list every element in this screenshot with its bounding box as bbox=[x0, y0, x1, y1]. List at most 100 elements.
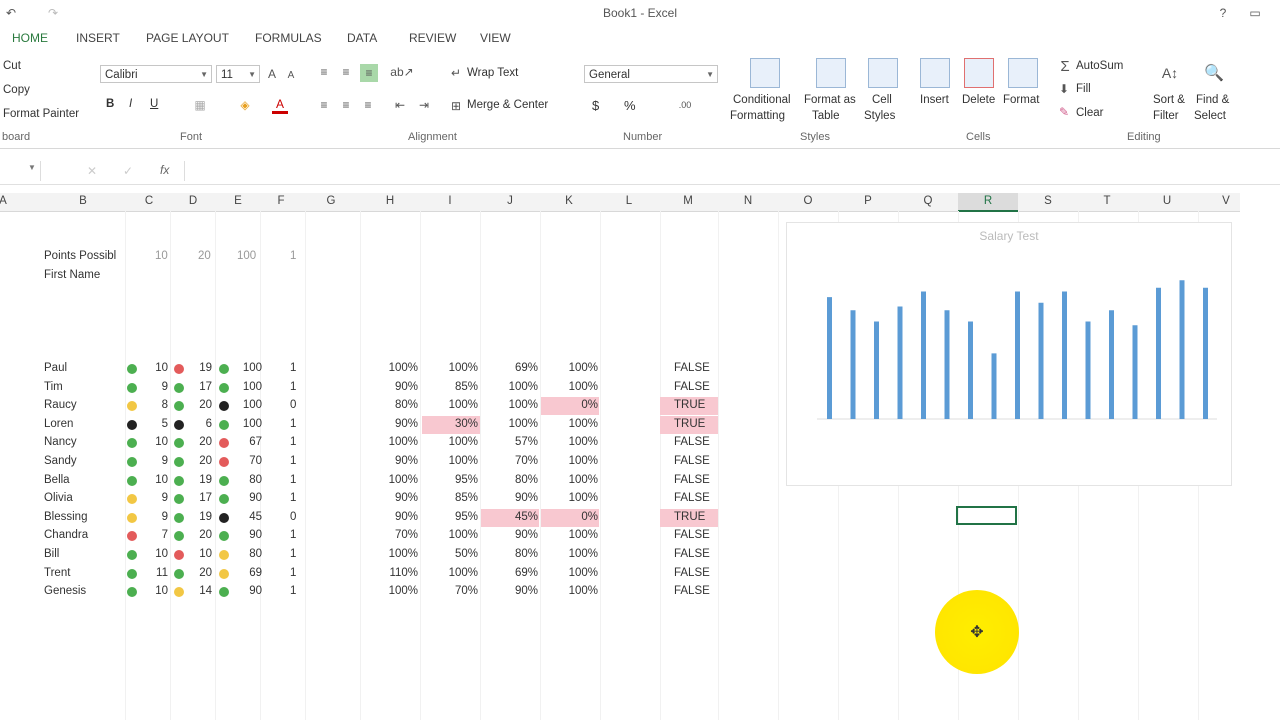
score-f: 1 bbox=[290, 436, 297, 448]
score-e: 90 bbox=[249, 529, 262, 541]
pct-j: 90% bbox=[514, 529, 538, 541]
score-e: 67 bbox=[249, 436, 262, 448]
status-dot-icon bbox=[127, 401, 137, 411]
status-dot-icon bbox=[174, 587, 184, 597]
score-e: 80 bbox=[249, 548, 262, 560]
flag-m: FALSE bbox=[674, 492, 710, 504]
score-d: 19 bbox=[199, 511, 212, 523]
pct-k: 100% bbox=[568, 418, 598, 430]
score-e: 100 bbox=[242, 418, 262, 430]
pct-h: 90% bbox=[394, 455, 418, 467]
pct-j: 80% bbox=[514, 474, 538, 486]
chart-bar bbox=[1038, 302, 1044, 419]
pct-j: 90% bbox=[514, 585, 538, 597]
status-dot-icon bbox=[174, 494, 184, 504]
pct-i: 85% bbox=[454, 492, 478, 504]
pct-j: 57% bbox=[514, 436, 538, 448]
pct-h: 100% bbox=[388, 548, 418, 560]
score-e: 100 bbox=[242, 399, 262, 411]
gridline bbox=[125, 211, 126, 720]
pct-i: 100% bbox=[448, 362, 478, 374]
score-d: 19 bbox=[199, 474, 212, 486]
pct-k: 100% bbox=[568, 548, 598, 560]
score-e: 90 bbox=[249, 585, 262, 597]
pct-j: 45% bbox=[514, 511, 538, 523]
pct-j: 80% bbox=[514, 548, 538, 560]
score-c: 9 bbox=[161, 455, 168, 467]
flag-m: FALSE bbox=[674, 548, 710, 560]
pct-i: 85% bbox=[454, 381, 478, 393]
points-value: 100 bbox=[237, 250, 257, 262]
gridline bbox=[170, 211, 171, 720]
student-name: Genesis bbox=[44, 585, 87, 597]
flag-m: FALSE bbox=[674, 436, 710, 448]
pct-k: 100% bbox=[568, 529, 598, 541]
status-dot-icon bbox=[174, 513, 184, 523]
score-e: 100 bbox=[242, 381, 262, 393]
score-c: 9 bbox=[161, 381, 168, 393]
pct-j: 100% bbox=[508, 381, 538, 393]
score-d: 19 bbox=[199, 362, 212, 374]
status-dot-icon bbox=[219, 383, 229, 393]
score-d: 20 bbox=[199, 399, 212, 411]
score-f: 1 bbox=[290, 548, 297, 560]
salary-chart[interactable]: Salary Test bbox=[786, 222, 1232, 486]
status-dot-icon bbox=[219, 476, 229, 486]
status-dot-icon bbox=[219, 438, 229, 448]
pct-j: 69% bbox=[514, 567, 538, 579]
first-name-label: First Name bbox=[44, 269, 101, 281]
gridline bbox=[778, 211, 779, 720]
pct-i: 50% bbox=[454, 548, 478, 560]
flag-m: FALSE bbox=[674, 585, 710, 597]
student-name: Trent bbox=[44, 567, 71, 579]
chart-bar bbox=[968, 321, 973, 419]
student-name: Bill bbox=[44, 548, 60, 560]
points-possible-label: Points Possibl bbox=[44, 250, 117, 262]
student-name: Nancy bbox=[44, 436, 77, 448]
chart-bar bbox=[1179, 280, 1185, 419]
score-e: 80 bbox=[249, 474, 262, 486]
score-d: 6 bbox=[205, 418, 212, 430]
student-name: Bella bbox=[44, 474, 70, 486]
chart-bar bbox=[1085, 321, 1091, 419]
pct-i: 100% bbox=[448, 567, 478, 579]
status-dot-icon bbox=[174, 420, 184, 430]
score-e: 90 bbox=[249, 492, 262, 504]
status-dot-icon bbox=[127, 550, 137, 560]
score-c: 7 bbox=[161, 529, 168, 541]
status-dot-icon bbox=[127, 513, 137, 523]
student-name: Blessing bbox=[44, 511, 88, 523]
score-e: 45 bbox=[249, 511, 262, 523]
chart-bar bbox=[874, 321, 879, 419]
student-name: Olivia bbox=[44, 492, 73, 504]
pct-h: 90% bbox=[394, 418, 418, 430]
pct-h: 90% bbox=[394, 492, 418, 504]
score-c: 8 bbox=[161, 399, 168, 411]
score-f: 1 bbox=[290, 492, 297, 504]
pct-k: 100% bbox=[568, 381, 598, 393]
points-value: 20 bbox=[198, 250, 211, 262]
status-dot-icon bbox=[174, 476, 184, 486]
status-dot-icon bbox=[127, 383, 137, 393]
score-c: 11 bbox=[156, 567, 168, 579]
score-c: 10 bbox=[155, 362, 168, 374]
pct-j: 100% bbox=[508, 399, 538, 411]
flag-m: FALSE bbox=[674, 381, 710, 393]
score-f: 0 bbox=[290, 399, 297, 411]
student-name: Sandy bbox=[44, 455, 77, 467]
score-d: 14 bbox=[199, 585, 212, 597]
chart-plot bbox=[817, 280, 1217, 420]
status-dot-icon bbox=[219, 494, 229, 504]
flag-m: TRUE bbox=[674, 399, 706, 411]
pct-k: 0% bbox=[581, 399, 598, 411]
score-e: 100 bbox=[242, 362, 262, 374]
chart-bar bbox=[1132, 325, 1138, 419]
pct-k: 100% bbox=[568, 436, 598, 448]
status-dot-icon bbox=[127, 476, 137, 486]
status-dot-icon bbox=[174, 531, 184, 541]
pct-j: 70% bbox=[514, 455, 538, 467]
selected-cell[interactable] bbox=[956, 506, 1017, 525]
score-e: 70 bbox=[249, 455, 262, 467]
chart-bar bbox=[1156, 287, 1161, 419]
student-name: Paul bbox=[44, 362, 68, 374]
